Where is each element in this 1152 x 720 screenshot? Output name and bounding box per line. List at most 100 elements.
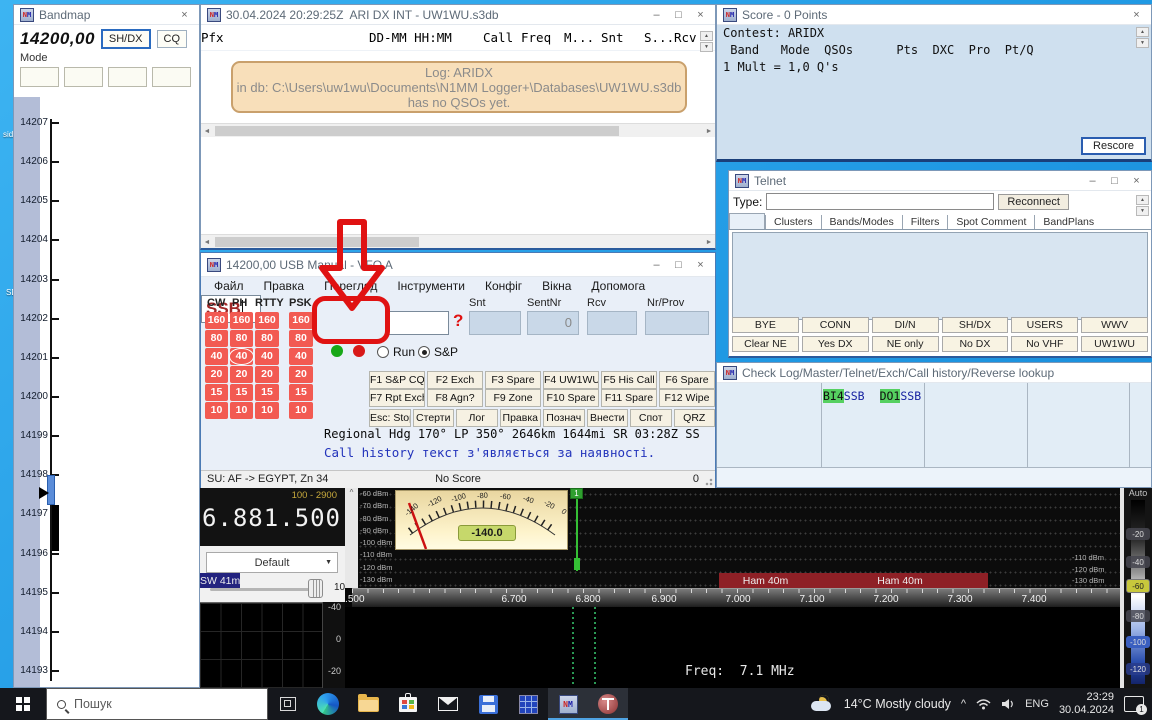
gain-badge[interactable]: -80: [1126, 610, 1150, 622]
taskbar-search[interactable]: [46, 688, 268, 720]
maximize-icon[interactable]: □: [670, 259, 687, 271]
band-button[interactable]: 80: [230, 330, 253, 347]
fkey-button[interactable]: F12 Wipe: [659, 389, 715, 407]
score-scroll-spinner[interactable]: ▲ ▼: [1136, 27, 1149, 48]
log-column-header[interactable]: S...: [644, 30, 674, 45]
task-view-button[interactable]: [268, 688, 308, 720]
telnet-tab-current[interactable]: [729, 213, 765, 229]
run-radio[interactable]: Run: [377, 345, 415, 359]
telnet-output-area[interactable]: [732, 232, 1148, 320]
scrollbar-thumb[interactable]: [215, 237, 419, 247]
band-button[interactable]: 20: [255, 366, 279, 383]
menu-help[interactable]: Допомога: [582, 278, 654, 294]
yes-dx-button[interactable]: Yes DX: [802, 336, 869, 352]
notification-center-icon[interactable]: 1: [1124, 696, 1144, 712]
log-column-header[interactable]: Pfx: [201, 30, 224, 45]
minimize-icon[interactable]: –: [648, 259, 665, 271]
bandmap-scale-area[interactable]: 14207 14206 14205 14204: [14, 97, 199, 687]
check-titlebar[interactable]: NM Check Log/Master/Telnet/Exch/Call his…: [717, 363, 1151, 383]
rx-marker[interactable]: 1: [570, 488, 583, 499]
log-column-header[interactable]: M...: [564, 30, 594, 45]
score-titlebar[interactable]: NM Score - 0 Points ×: [717, 5, 1151, 25]
search-input[interactable]: [74, 697, 224, 711]
spinner-up-icon[interactable]: ▲: [1136, 27, 1149, 37]
log-column-header[interactable]: Freq: [521, 30, 551, 45]
mode-filter-box[interactable]: [20, 67, 59, 87]
cq-button[interactable]: CQ: [157, 30, 188, 48]
telnet-scroll-spinner[interactable]: ▲ ▼: [1136, 195, 1149, 216]
telnet-tab-clusters[interactable]: Clusters: [765, 215, 821, 229]
menu-edit[interactable]: Правка: [255, 278, 314, 294]
band-button[interactable]: 160: [230, 312, 253, 329]
users-button[interactable]: USERS: [1011, 317, 1078, 333]
waterfall-display[interactable]: Freq: 7.1 MHz: [345, 607, 1120, 688]
scroll-right-icon[interactable]: ►: [703, 236, 715, 248]
microsoft-store-icon[interactable]: [388, 688, 428, 720]
fkey-button[interactable]: F1 S&P CQ: [369, 371, 425, 389]
spinner-up-icon[interactable]: ▲: [700, 31, 713, 41]
shdx-button[interactable]: SH/DX: [101, 29, 151, 49]
band-button[interactable]: 15: [230, 384, 253, 401]
spinner-down-icon[interactable]: ▼: [1136, 38, 1149, 48]
band-button[interactable]: 40: [289, 348, 313, 365]
scroll-right-icon[interactable]: ►: [703, 125, 715, 137]
band-button[interactable]: 15: [289, 384, 313, 401]
telnet-tab-filters[interactable]: Filters: [902, 215, 948, 229]
log-titlebar[interactable]: NM 30.04.2024 20:29:25Z ARI DX INT - UW1…: [201, 5, 715, 25]
fkey-button[interactable]: F10 Spare: [543, 389, 599, 407]
edge-browser-icon[interactable]: [308, 688, 348, 720]
telnet-tab-bandplans[interactable]: BandPlans: [1034, 215, 1102, 229]
uw1wu-button[interactable]: UW1WU: [1081, 336, 1148, 352]
sdr-app-icon[interactable]: [588, 688, 628, 720]
close-icon[interactable]: ×: [176, 9, 193, 21]
sdr-frequency-display[interactable]: 6.881.500: [202, 504, 341, 532]
resize-grip[interactable]: [703, 476, 713, 486]
minimize-icon[interactable]: –: [648, 9, 665, 21]
menu-view[interactable]: Перегляд: [315, 278, 386, 294]
log-column-header[interactable]: DD-MM HH:MM: [369, 30, 452, 45]
sentnr-field[interactable]: 0: [527, 311, 579, 335]
scroll-left-icon[interactable]: ◄: [201, 236, 213, 248]
file-explorer-icon[interactable]: [348, 688, 388, 720]
clear-ne-button[interactable]: Clear NE: [732, 336, 799, 352]
telnet-titlebar[interactable]: NM Telnet – □ ×: [729, 171, 1151, 191]
language-indicator[interactable]: ENG: [1025, 698, 1049, 710]
auto-gain-label[interactable]: Auto: [1124, 488, 1152, 498]
maximize-icon[interactable]: □: [1106, 175, 1123, 187]
band-button[interactable]: 40: [230, 348, 253, 365]
fkey-button[interactable]: F3 Spare: [485, 371, 541, 389]
gain-badge[interactable]: -40: [1126, 556, 1150, 568]
band-button[interactable]: 40: [255, 348, 279, 365]
maximize-icon[interactable]: □: [670, 9, 687, 21]
band-button[interactable]: 80: [289, 330, 313, 347]
action-button[interactable]: Лог: [456, 409, 498, 427]
gain-badge[interactable]: -20: [1126, 528, 1150, 540]
radio-circle[interactable]: [377, 346, 389, 358]
n1mm-taskbar-icon[interactable]: NM: [548, 688, 588, 720]
minimize-icon[interactable]: –: [1084, 175, 1101, 187]
menu-config[interactable]: Конфіг: [476, 278, 531, 294]
menu-windows[interactable]: Вікна: [533, 278, 580, 294]
taskbar-clock[interactable]: 23:29 30.04.2024: [1059, 691, 1114, 717]
check-call-entry[interactable]: BI4SSB: [823, 389, 865, 403]
bye-button[interactable]: BYE: [732, 317, 799, 333]
fkey-button[interactable]: F2 Exch: [427, 371, 483, 389]
wifi-icon[interactable]: [976, 698, 991, 710]
log-column-header[interactable]: Snt: [601, 30, 624, 45]
wwv-button[interactable]: WWV: [1081, 317, 1148, 333]
action-button[interactable]: Esc: Stop: [369, 409, 411, 427]
snt-field[interactable]: [469, 311, 521, 335]
telnet-command-input[interactable]: [766, 193, 994, 210]
log-scroll-spinner[interactable]: ▲ ▼: [700, 31, 713, 52]
rescore-button[interactable]: Rescore: [1081, 137, 1146, 155]
fkey-button[interactable]: F7 Rpt Exch: [369, 389, 425, 407]
action-button[interactable]: QRZ: [674, 409, 716, 427]
band-button[interactable]: 10: [230, 402, 253, 419]
fkey-button[interactable]: F4 UW1WU: [543, 371, 599, 389]
close-icon[interactable]: ×: [1128, 175, 1145, 187]
volume-slider-track[interactable]: [210, 588, 322, 591]
band-button[interactable]: 10: [205, 402, 228, 419]
tray-chevron-icon[interactable]: ^: [961, 698, 966, 710]
rcv-field[interactable]: [587, 311, 637, 335]
band-button[interactable]: 10: [289, 402, 313, 419]
